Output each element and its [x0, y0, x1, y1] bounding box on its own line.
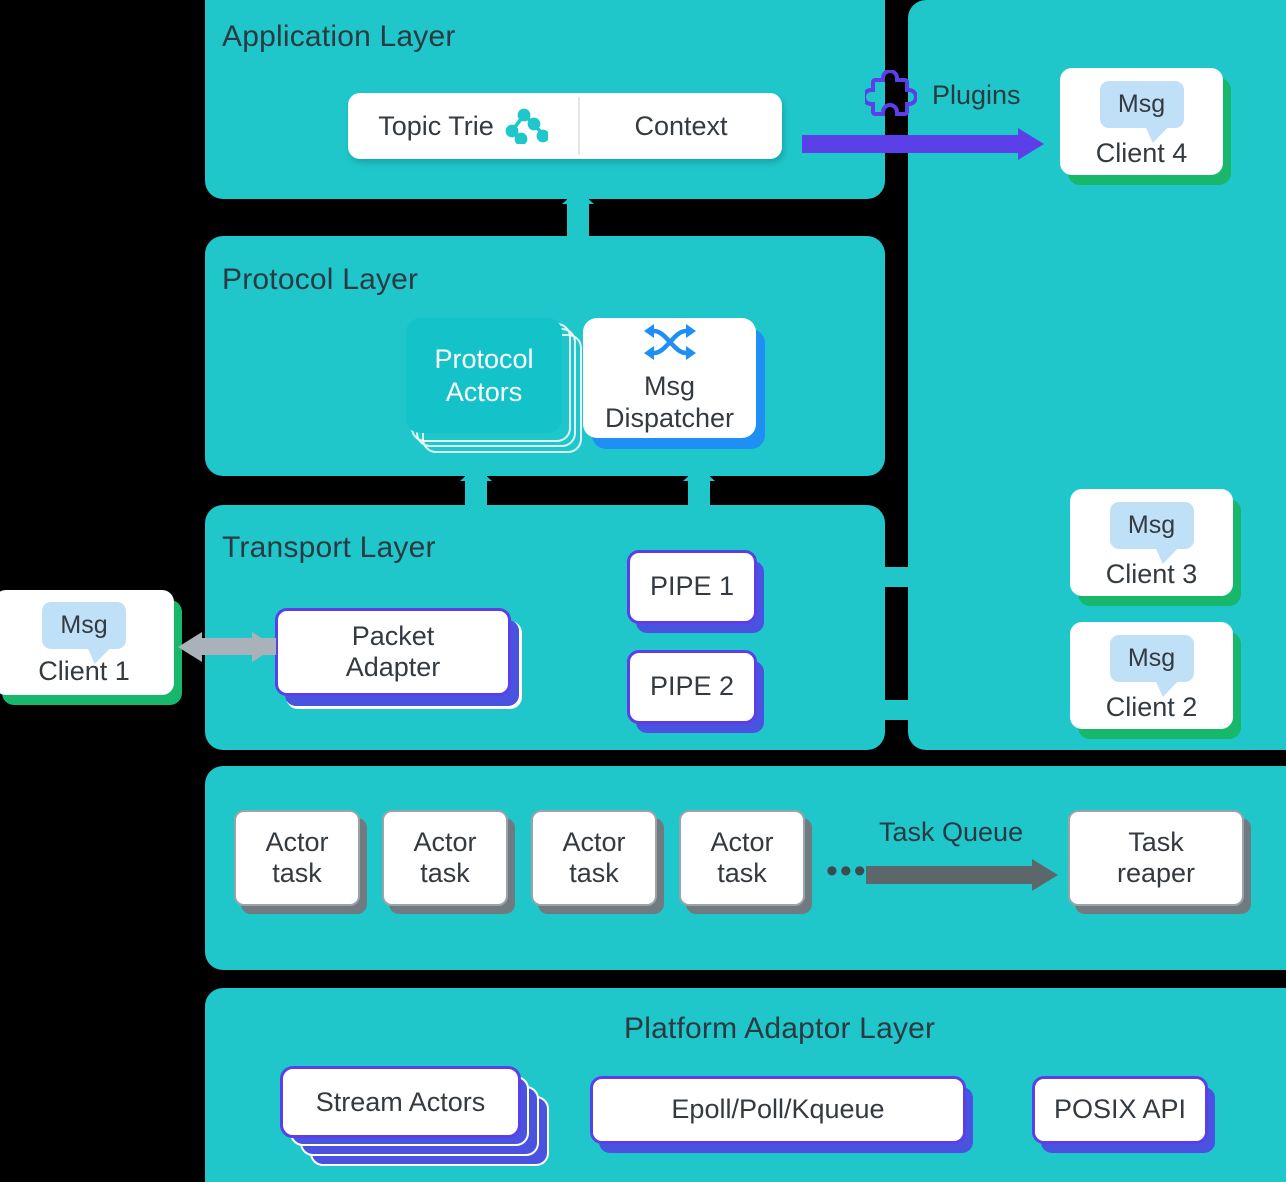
- epoll-poll-kqueue-card[interactable]: Epoll/Poll/Kqueue: [590, 1076, 966, 1144]
- msg-dispatcher-card[interactable]: Msg Dispatcher: [583, 318, 756, 438]
- protocol-layer-title: Protocol Layer: [222, 263, 419, 296]
- actor-task-card-3[interactable]: Actor task: [531, 810, 657, 906]
- stream-actors-front: Stream Actors: [280, 1066, 521, 1138]
- task-queue-arrow-bar: [866, 866, 1034, 884]
- task-reaper-card[interactable]: Task reaper: [1068, 810, 1244, 906]
- client1-adapter-arrow-left: [178, 632, 202, 662]
- packet-adapter-card[interactable]: Packet Adapter: [275, 608, 511, 696]
- packet-adapter-line1: Packet: [351, 620, 435, 651]
- task-reaper-line2: reaper: [1116, 858, 1196, 888]
- client-4-card[interactable]: Msg Client 4: [1060, 68, 1223, 175]
- context-cell[interactable]: Context: [580, 93, 782, 159]
- actor-task-card-4[interactable]: Actor task: [679, 810, 805, 906]
- protocol-actors-label-line2: Actors: [445, 376, 523, 407]
- client-2-msg-bubble: Msg: [1109, 635, 1194, 682]
- protocol-actors-front: Protocol Actors: [406, 318, 562, 433]
- actor-task-4-line1: Actor: [710, 826, 774, 857]
- protocol-actors-card[interactable]: Protocol Actors: [406, 318, 582, 453]
- connector-app-protocol-arrow: [562, 190, 594, 204]
- transport-layer-title: Transport Layer: [222, 531, 436, 564]
- task-queue-arrow-head: [1032, 859, 1058, 891]
- actor-task-1-line2: task: [272, 858, 322, 888]
- topic-trie-context-card[interactable]: Topic Trie Context: [348, 93, 782, 159]
- diagram-canvas: Application Layer Topic Trie Context Plu…: [0, 0, 1286, 1182]
- task-queue-label: Task Queue: [879, 817, 1024, 847]
- client-3-msg-bubble: Msg: [1109, 502, 1194, 549]
- client-4-name: Client 4: [1095, 138, 1188, 168]
- msg-dispatcher-line2: Dispatcher: [604, 402, 735, 433]
- pipe-1-card[interactable]: PIPE 1: [627, 550, 757, 624]
- actor-task-2-line1: Actor: [413, 826, 477, 857]
- shuffle-icon: [640, 322, 700, 369]
- stream-actors-label: Stream Actors: [315, 1086, 486, 1117]
- posix-label: POSIX API: [1053, 1094, 1187, 1125]
- client-2-name: Client 2: [1105, 692, 1198, 722]
- actor-task-3-line1: Actor: [562, 826, 626, 857]
- application-layer-title: Application Layer: [222, 20, 456, 53]
- client-1-card[interactable]: Msg Client 1: [0, 590, 174, 695]
- client-2-card[interactable]: Msg Client 2: [1070, 622, 1233, 729]
- platform-adaptor-layer-title: Platform Adaptor Layer: [624, 1012, 936, 1045]
- bridge-transport-client2: [882, 700, 912, 720]
- packet-adapter-line2: Adapter: [345, 652, 441, 682]
- topic-trie-cell[interactable]: Topic Trie: [348, 93, 578, 159]
- client-4-msg-bubble: Msg: [1099, 81, 1184, 128]
- connector-protocol-transport-right-arrow: [683, 467, 715, 481]
- posix-api-card[interactable]: POSIX API: [1032, 1076, 1208, 1144]
- msg-dispatcher-line1: Msg: [643, 371, 695, 402]
- stream-actors-card[interactable]: Stream Actors: [280, 1066, 549, 1166]
- tree-graph-icon: [502, 108, 550, 146]
- plugins-label: Plugins: [932, 80, 1021, 110]
- bridge-transport-client3: [882, 567, 912, 587]
- pipe-1-label: PIPE 1: [649, 571, 735, 602]
- protocol-actors-label-line1: Protocol: [434, 344, 534, 375]
- client-1-name: Client 1: [38, 656, 130, 686]
- connector-protocol-transport-left-arrow: [460, 467, 492, 481]
- actor-task-card-1[interactable]: Actor task: [234, 810, 360, 906]
- context-label: Context: [634, 110, 728, 141]
- client1-adapter-arrow-right: [252, 632, 276, 662]
- actor-task-2-line2: task: [420, 858, 470, 888]
- task-reaper-line1: Task: [1128, 826, 1184, 857]
- topic-trie-label: Topic Trie: [378, 110, 494, 141]
- client-1-msg-bubble: Msg: [42, 602, 126, 649]
- epoll-label: Epoll/Poll/Kqueue: [671, 1094, 885, 1125]
- actor-task-card-2[interactable]: Actor task: [382, 810, 508, 906]
- puzzle-piece-icon: [862, 69, 918, 122]
- plugins-arrow-bar: [802, 135, 1020, 153]
- pipe-2-card[interactable]: PIPE 2: [627, 650, 757, 724]
- pipe-2-label: PIPE 2: [649, 671, 735, 702]
- actor-task-3-line2: task: [569, 858, 619, 888]
- actor-task-4-line2: task: [717, 858, 767, 888]
- task-ellipsis: •••: [826, 852, 868, 890]
- client-3-name: Client 3: [1105, 559, 1198, 589]
- plugins-arrow-head: [1018, 128, 1044, 160]
- actor-task-1-line1: Actor: [265, 826, 329, 857]
- client-3-card[interactable]: Msg Client 3: [1070, 489, 1233, 596]
